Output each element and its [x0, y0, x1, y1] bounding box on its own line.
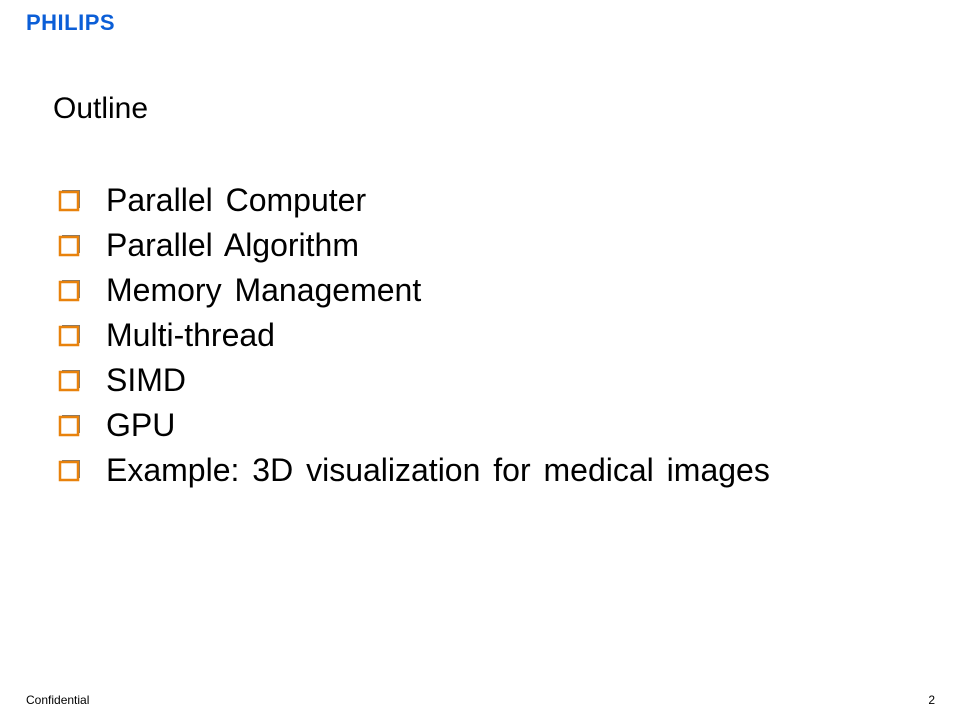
hollow-square-icon: [58, 369, 80, 391]
philips-logo: PHILIPS: [26, 10, 116, 35]
outline-item-label: Parallel Computer: [106, 182, 367, 218]
outline-item: Parallel Computer: [58, 178, 770, 223]
confidential-label: Confidential: [26, 693, 90, 707]
hollow-square-icon: [58, 234, 80, 256]
hollow-square-icon: [58, 189, 80, 211]
outline-item-label: Example: 3D visualization for medical im…: [106, 452, 770, 488]
outline-item: Memory Management: [58, 268, 770, 313]
outline-item: GPU: [58, 403, 770, 448]
outline-item: Multi-thread: [58, 313, 770, 358]
outline-item-label: GPU: [106, 407, 176, 443]
slide-title: Outline: [53, 92, 149, 125]
hollow-square-icon: [58, 279, 80, 301]
hollow-square-icon: [58, 459, 80, 481]
page-number: 2: [928, 693, 935, 707]
outline-item-label: Memory Management: [106, 272, 422, 308]
outline-item: Example: 3D visualization for medical im…: [58, 448, 770, 493]
outline-item: SIMD: [58, 358, 770, 403]
outline-item-label: SIMD: [106, 362, 186, 398]
outline-item-label: Parallel Algorithm: [106, 227, 359, 263]
hollow-square-icon: [58, 324, 80, 346]
outline-list: Parallel Computer Parallel Algorithm Mem…: [58, 178, 770, 493]
hollow-square-icon: [58, 414, 80, 436]
outline-item-label: Multi-thread: [106, 317, 275, 353]
outline-item: Parallel Algorithm: [58, 223, 770, 268]
